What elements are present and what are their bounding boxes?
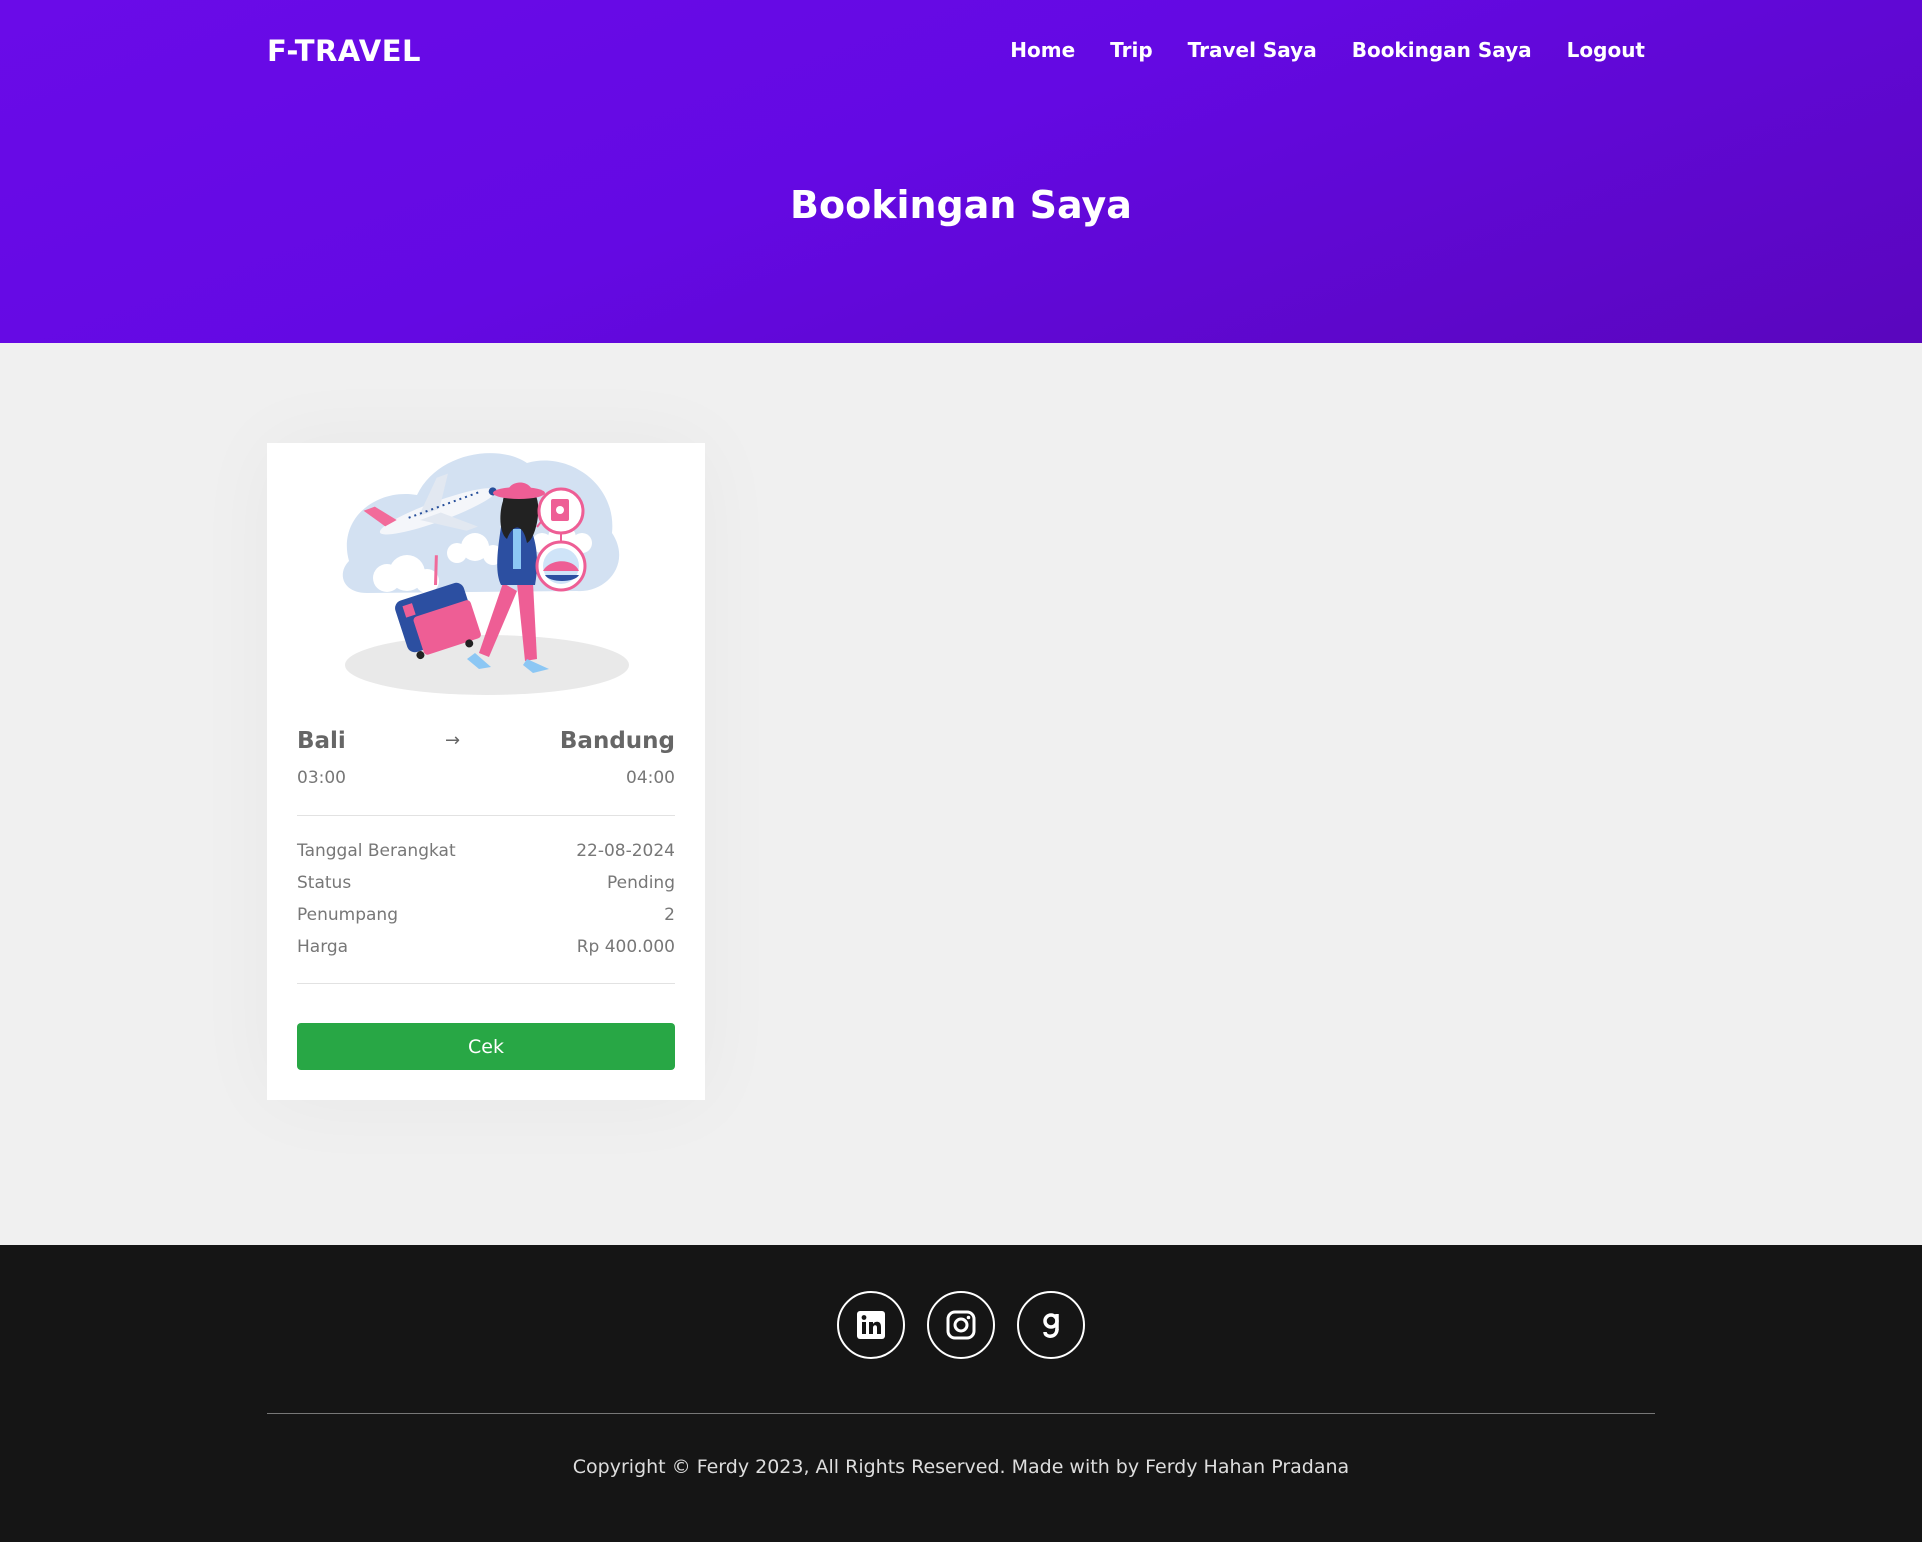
divider bbox=[297, 815, 675, 816]
nav-logout[interactable]: Logout bbox=[1567, 38, 1645, 62]
detail-label: Tanggal Berangkat bbox=[297, 841, 456, 861]
trip-route: Bali → Bandung 03:00 04:00 bbox=[297, 728, 675, 808]
nav-home[interactable]: Home bbox=[1010, 38, 1075, 62]
booking-details: Tanggal Berangkat 22-08-2024 Status Pend… bbox=[297, 841, 675, 969]
instagram-icon bbox=[946, 1310, 976, 1340]
divider bbox=[297, 983, 675, 984]
detail-value: 22-08-2024 bbox=[576, 841, 675, 861]
detail-row-date: Tanggal Berangkat 22-08-2024 bbox=[297, 841, 675, 873]
main-content: Bali → Bandung 03:00 04:00 Tanggal Beran… bbox=[0, 343, 1922, 1245]
detail-value: 2 bbox=[664, 905, 675, 925]
arrival-time: 04:00 bbox=[626, 768, 675, 788]
footer-divider bbox=[267, 1413, 1655, 1414]
linkedin-icon bbox=[857, 1311, 885, 1339]
copyright-text: Copyright © Ferdy 2023, All Rights Reser… bbox=[572, 1456, 1350, 1478]
nav-trip[interactable]: Trip bbox=[1110, 38, 1152, 62]
goodreads-icon bbox=[1043, 1313, 1059, 1338]
travel-illustration bbox=[342, 453, 629, 695]
arrow-right-icon: → bbox=[445, 730, 461, 751]
departure-time: 03:00 bbox=[297, 768, 346, 788]
detail-label: Status bbox=[297, 873, 352, 893]
detail-row-price: Harga Rp 400.000 bbox=[297, 937, 675, 969]
status-value: Pending bbox=[607, 873, 675, 893]
footer: Copyright © Ferdy 2023, All Rights Reser… bbox=[0, 1245, 1922, 1542]
destination-city: Bandung bbox=[559, 728, 675, 754]
nav-bookingan-saya[interactable]: Bookingan Saya bbox=[1352, 38, 1532, 62]
brand-logo[interactable]: F-TRAVEL bbox=[267, 34, 421, 68]
detail-label: Harga bbox=[297, 937, 349, 957]
detail-value: Rp 400.000 bbox=[576, 937, 675, 957]
origin-city: Bali bbox=[297, 728, 346, 754]
booking-card: Bali → Bandung 03:00 04:00 Tanggal Beran… bbox=[267, 443, 705, 1100]
hero-header: F-TRAVEL Home Trip Travel Saya Bookingan… bbox=[0, 0, 1922, 343]
main-nav: Home Trip Travel Saya Bookingan Saya Log… bbox=[1010, 38, 1645, 62]
detail-row-passengers: Penumpang 2 bbox=[297, 905, 675, 937]
linkedin-link[interactable] bbox=[837, 1291, 905, 1359]
social-links bbox=[0, 1291, 1922, 1359]
goodreads-link[interactable] bbox=[1017, 1291, 1085, 1359]
instagram-link[interactable] bbox=[927, 1291, 995, 1359]
nav-travel-saya[interactable]: Travel Saya bbox=[1188, 38, 1317, 62]
page-title: Bookingan Saya bbox=[790, 183, 1132, 227]
detail-label: Penumpang bbox=[297, 905, 398, 925]
detail-row-status: Status Pending bbox=[297, 873, 675, 905]
cek-button[interactable]: Cek bbox=[297, 1023, 675, 1070]
